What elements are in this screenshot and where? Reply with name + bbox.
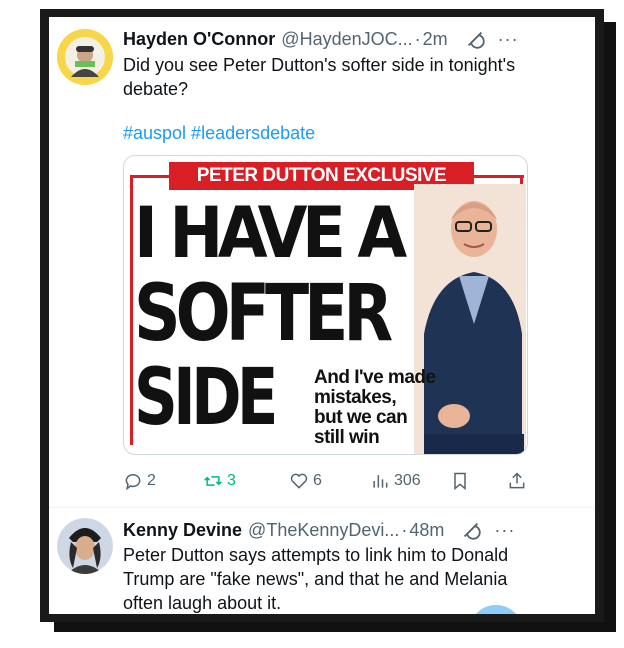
handle[interactable]: @HaydenJOC... [281, 29, 412, 50]
bookmark-button[interactable] [450, 471, 470, 491]
like-count: 6 [313, 472, 322, 489]
share-icon [509, 472, 525, 489]
views-icon [373, 475, 388, 488]
tweet-image[interactable]: PETER DUTTON EXCLUSIVE I HAVE A SOFTER S… [123, 155, 528, 455]
tweet-text: Peter Dutton says attempts to link him t… [123, 545, 509, 613]
frame-line [130, 175, 133, 445]
image-subhead: And I've made mistakes, but we can still… [314, 368, 436, 448]
subhead-line: And I've made [314, 367, 436, 388]
views-button[interactable]: 306 [370, 471, 421, 491]
more-icon[interactable]: ··· [498, 29, 519, 50]
tweet-header: Kenny Devine @TheKennyDevi... · 48m ··· [123, 518, 581, 542]
timestamp[interactable]: 48m [409, 520, 444, 541]
retweet-button[interactable]: 3 [203, 471, 236, 491]
reply-icon [125, 474, 141, 491]
timestamp[interactable]: 2m [423, 29, 448, 50]
display-name[interactable]: Kenny Devine [123, 520, 242, 541]
tweet-kenny[interactable]: Kenny Devine @TheKennyDevi... · 48m ··· … [49, 508, 595, 614]
timeline[interactable]: Hayden O'Connor @HaydenJOC... · 2m ··· D… [49, 17, 595, 614]
separator-dot: · [401, 519, 408, 540]
reply-count: 2 [147, 472, 156, 489]
frame-line [474, 175, 524, 178]
avatar[interactable] [57, 518, 113, 574]
bookmark-icon [454, 472, 466, 491]
reply-button[interactable]: 2 [123, 471, 156, 491]
headline-line-2: SOFTER [134, 269, 393, 359]
subhead-line: mistakes, [314, 387, 397, 408]
headline-line-1: I HAVE A [134, 192, 407, 274]
frame-line [130, 175, 170, 178]
headline-line-3: SIDE [134, 353, 278, 443]
subhead-line: but we can [314, 407, 408, 428]
tweet-text: Did you see Peter Dutton's softer side i… [123, 55, 516, 99]
views-count: 306 [394, 472, 421, 489]
grok-icon[interactable] [464, 28, 486, 50]
display-name[interactable]: Hayden O'Connor [123, 29, 275, 50]
hashtags[interactable]: #auspol #leadersdebate [123, 123, 315, 144]
share-button[interactable] [507, 471, 527, 491]
grok-icon[interactable] [460, 519, 482, 541]
like-button[interactable]: 6 [289, 471, 322, 491]
tweet-actions: 2 3 6 306 [123, 471, 583, 495]
tweet-hayden[interactable]: Hayden O'Connor @HaydenJOC... · 2m ··· D… [49, 17, 595, 507]
subhead-line: still win [314, 427, 380, 448]
handle[interactable]: @TheKennyDevi... [248, 520, 399, 541]
more-icon[interactable]: ··· [494, 520, 515, 541]
retweet-count: 3 [227, 472, 236, 489]
retweet-icon [204, 476, 222, 486]
avatar[interactable] [57, 29, 113, 85]
tweet-header: Hayden O'Connor @HaydenJOC... · 2m ··· [123, 27, 581, 51]
separator-dot: · [414, 28, 421, 49]
like-icon [290, 473, 308, 489]
